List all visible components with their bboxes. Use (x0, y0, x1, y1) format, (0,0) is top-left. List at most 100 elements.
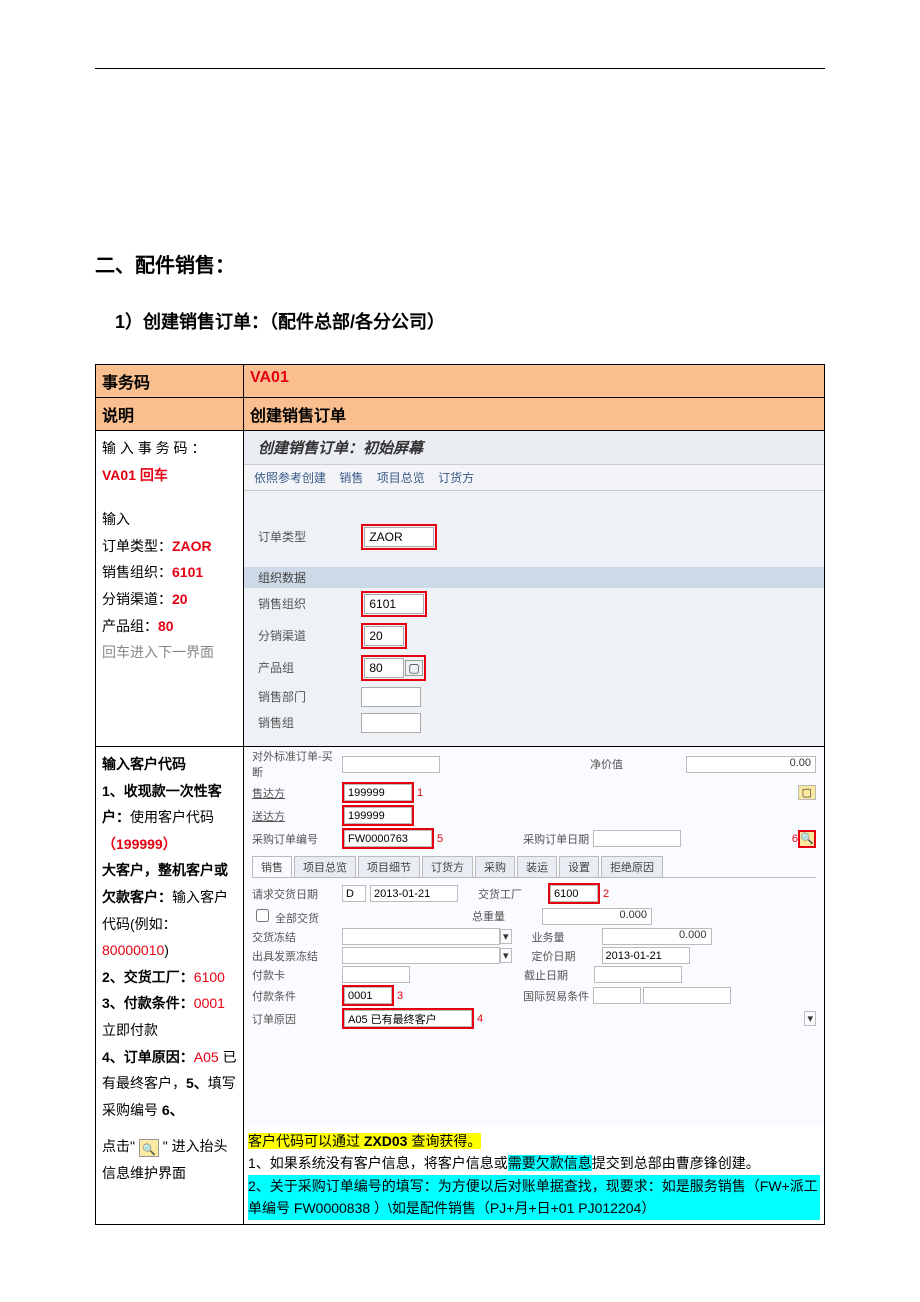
t: 产品组： (102, 618, 158, 634)
tab-config[interactable]: 设置 (559, 856, 599, 877)
toolbar-item[interactable]: 依照参考创建 (254, 471, 326, 485)
org-data-header: 组织数据 (244, 567, 824, 588)
dist-ch-input[interactable] (364, 626, 404, 646)
t: 全部交货 (275, 913, 319, 925)
division-input[interactable] (364, 658, 404, 678)
sales-org-input[interactable] (364, 594, 424, 614)
shipto-input[interactable] (344, 807, 412, 824)
v: 0001 (194, 995, 225, 1011)
step1-input-label: 输入 (102, 506, 237, 533)
tab-shipping[interactable]: 装运 (517, 856, 557, 877)
po-input[interactable] (344, 830, 432, 847)
dist-ch-label: 分销渠道 (258, 627, 358, 644)
notes-block: 客户代码可以通过 ZXD03 查询获得。 1、如果系统没有客户信息，将客户信息或… (244, 1126, 824, 1224)
t: ) (164, 942, 169, 958)
step2-left: 输入客户代码 1、收现款一次性客户：使用客户代码（199999） 大客户，整机客… (96, 747, 244, 1225)
v: 80 (158, 618, 174, 634)
desc-value: 创建销售订单 (244, 398, 825, 431)
volume-value: 0.000 (602, 928, 712, 945)
volume-label: 业务量 (532, 929, 602, 945)
tab-item-overview[interactable]: 项目总览 (294, 856, 356, 877)
sales-group-input[interactable] (361, 713, 421, 733)
header-detail-icon[interactable]: 🔍 (800, 832, 814, 846)
payterm-label: 付款条件 (252, 988, 342, 1004)
annotation-5: 5 (437, 833, 443, 845)
soldto-input[interactable] (344, 784, 412, 801)
t: 销售组织： (102, 564, 172, 580)
weight-label: 总重量 (472, 908, 542, 924)
sales-office-input[interactable] (361, 687, 421, 707)
t: 分销渠道： (102, 591, 172, 607)
po-date-input[interactable] (593, 830, 681, 847)
tcode-value: VA01 (250, 369, 289, 386)
t: 使用客户代码 (130, 809, 214, 825)
sap-screen-1: 创建销售订单：初始屏幕 依照参考创建 销售 项目总览 订货方 订单类型 组织数据… (244, 431, 824, 746)
complete-checkbox[interactable] (256, 909, 269, 922)
order-no-input[interactable] (342, 756, 440, 773)
order-type-input[interactable] (364, 527, 434, 547)
incoterm-label: 国际贸易条件 (523, 988, 593, 1004)
plant-input[interactable] (550, 885, 598, 902)
pricedate-input[interactable] (602, 947, 690, 964)
invfreeze-input[interactable] (342, 947, 500, 964)
duedate-input[interactable] (594, 966, 682, 983)
t: 点击" (102, 1138, 135, 1154)
plant-label: 交货工厂 (478, 886, 548, 902)
reason-input[interactable] (344, 1010, 472, 1027)
paycard-input[interactable] (342, 966, 410, 983)
t: ZXD03 (364, 1133, 408, 1149)
search-help-icon[interactable]: ▢ (405, 660, 422, 676)
net-label: 净价值 (590, 756, 660, 772)
header-detail-icon[interactable]: 🔍 (139, 1139, 159, 1157)
weight-value: 0.000 (542, 908, 652, 925)
t: 5、 (186, 1075, 208, 1091)
incoterm-input[interactable] (593, 987, 641, 1004)
tab-item-detail[interactable]: 项目细节 (358, 856, 420, 877)
t: 需要欠款信息 (508, 1155, 592, 1171)
invfreeze-label: 出具发票冻结 (252, 948, 342, 964)
dropdown-icon[interactable]: ▾ (500, 948, 512, 963)
tab-sales[interactable]: 销售 (252, 856, 292, 877)
tab-ordering-party[interactable]: 订货方 (422, 856, 473, 877)
order-type-label: 订单类型 (258, 528, 358, 545)
dropdown-icon[interactable]: ▾ (500, 929, 512, 944)
search-icon[interactable]: ▢ (798, 785, 816, 800)
payterm-input[interactable] (344, 987, 392, 1004)
pricedate-label: 定价日期 (532, 948, 602, 964)
t: 3、付款条件： (102, 995, 194, 1011)
reqdate-input[interactable] (370, 885, 458, 902)
t: 输入客户代码 (102, 751, 237, 778)
soldto-label: 售达方 (252, 785, 342, 801)
tab-procurement[interactable]: 采购 (475, 856, 515, 877)
t: 客户代码可以通过 (248, 1133, 364, 1149)
toolbar-item[interactable]: 订货方 (438, 471, 474, 485)
v: （199999） (102, 836, 177, 852)
t: 查询获得。 (407, 1133, 481, 1149)
dropdown-icon[interactable]: ▾ (804, 1011, 816, 1026)
v: 20 (172, 591, 188, 607)
complete-label: 全部交货 (252, 906, 342, 926)
sap1-title: 创建销售订单：初始屏幕 (244, 431, 824, 465)
reqdate-flag[interactable] (342, 885, 366, 902)
t: 订单类型： (102, 538, 172, 554)
freeze-input[interactable] (342, 928, 500, 945)
note1: 1、如果系统没有客户信息，将客户信息或需要欠款信息提交到总部由曹彦锋创建。 (248, 1152, 820, 1174)
header-divider (95, 68, 825, 69)
incoterm2-input[interactable] (643, 987, 731, 1004)
toolbar-item[interactable]: 项目总览 (377, 471, 425, 485)
tab-reject[interactable]: 拒绝原因 (601, 856, 663, 877)
v: 80000010 (102, 942, 164, 958)
t: 2、交货工厂： (102, 969, 194, 985)
step1-next: 回车进入下一界面 (102, 639, 237, 666)
subsection-title: 1）创建销售订单：（配件总部/各分公司） (115, 308, 825, 334)
toolbar-item[interactable]: 销售 (339, 471, 363, 485)
annotation-2: 2 (603, 888, 609, 900)
step1-code: VA01 回车 (102, 467, 168, 483)
po-date-label: 采购订单日期 (523, 831, 593, 847)
note0: 客户代码可以通过 ZXD03 查询获得。 (248, 1133, 481, 1149)
step1-text: 输 入 事 务 码 ： (102, 440, 205, 456)
main-table: 事务码 VA01 说明 创建销售订单 输 入 事 务 码 ： VA01 回车 输… (95, 364, 825, 1225)
shipto-label: 送达方 (252, 808, 342, 824)
t: 提交到总部由曹彦锋创建。 (592, 1155, 760, 1171)
paycard-label: 付款卡 (252, 967, 342, 983)
